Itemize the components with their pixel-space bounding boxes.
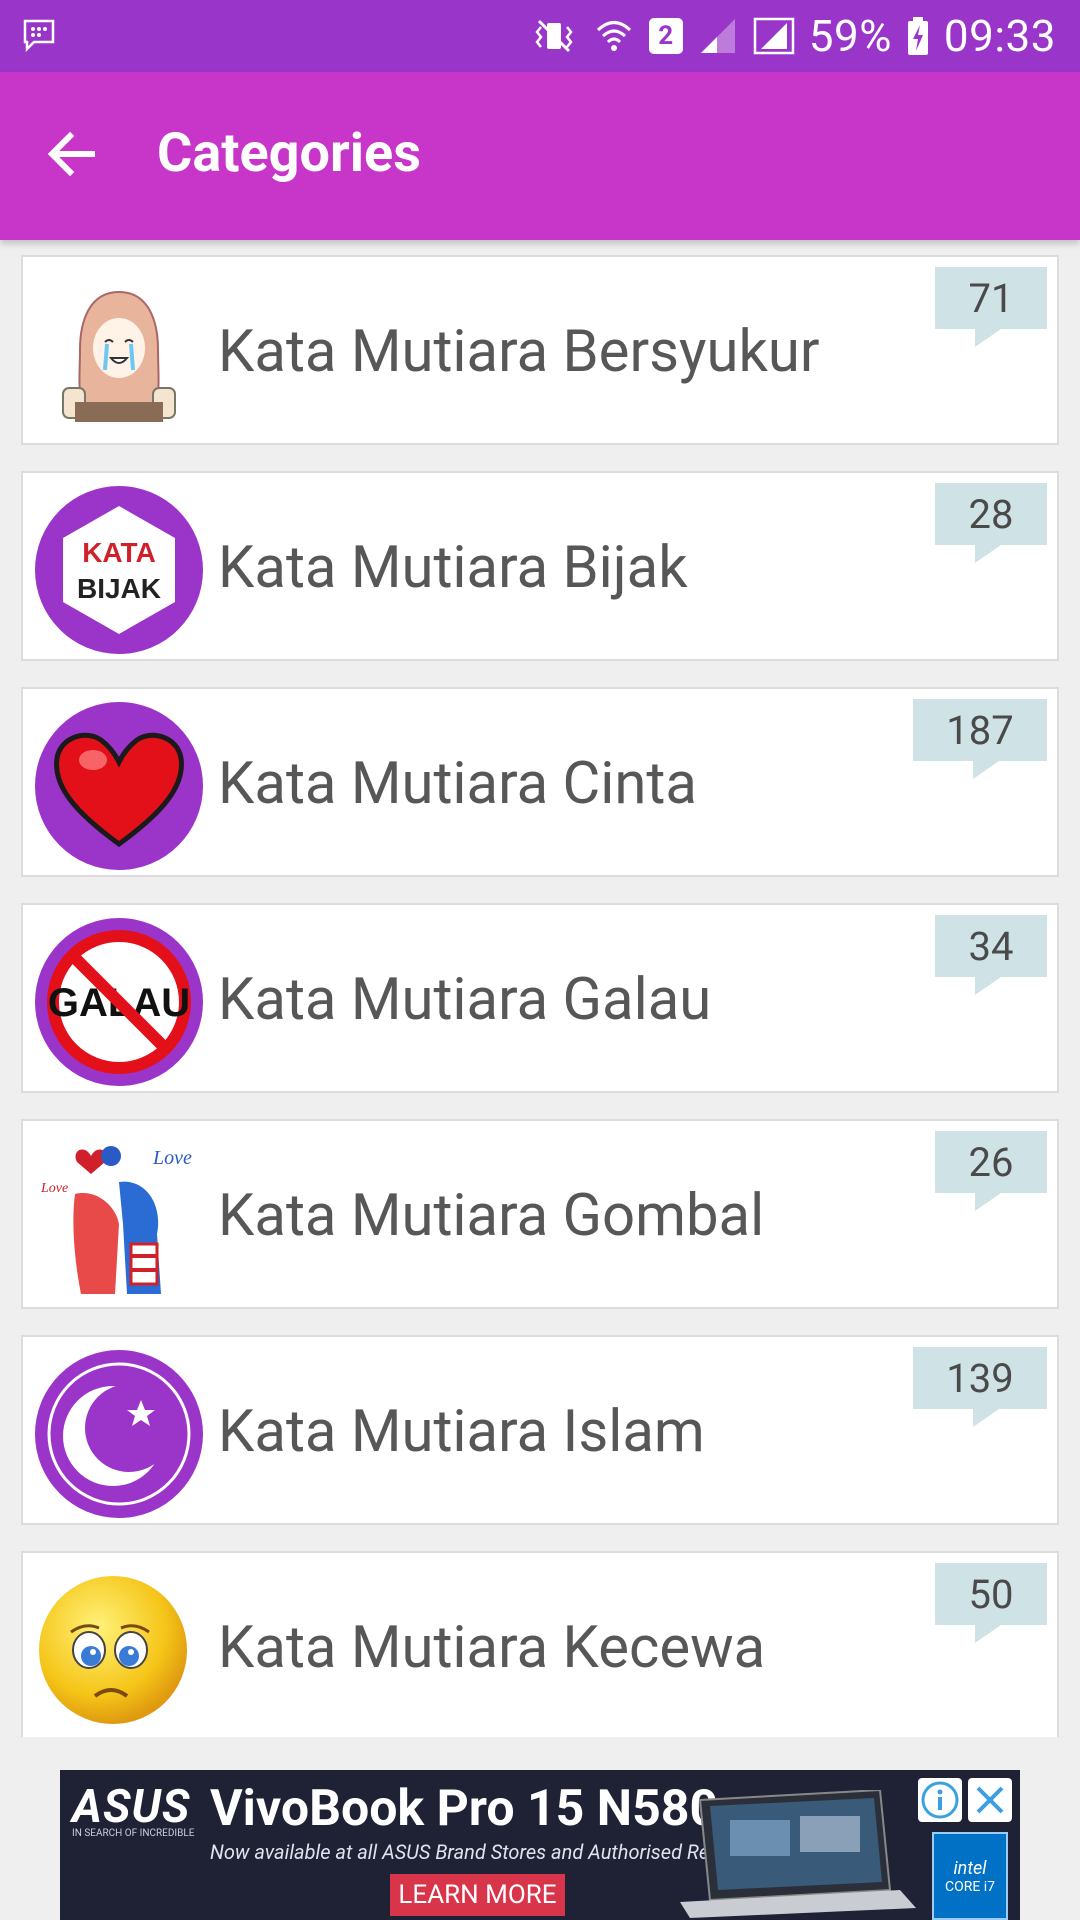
ad-close-icon[interactable]	[968, 1778, 1012, 1822]
intel-cpu: CORE i7	[944, 1878, 996, 1895]
category-label: Kata Mutiara Bijak	[218, 534, 688, 602]
heart-icon	[35, 702, 203, 870]
signal-icon-2	[753, 17, 794, 55]
category-label: Kata Mutiara Islam	[218, 1398, 705, 1466]
svg-text:Love: Love	[40, 1181, 68, 1196]
messenger-notification-icon	[23, 19, 55, 52]
sad-face-emoji-icon	[39, 1576, 187, 1724]
page-title: Categories	[157, 122, 421, 185]
ad-banner[interactable]: ASUS IN SEARCH OF INCREDIBLE VivoBook Pr…	[60, 1770, 1020, 1920]
ad-headline: VivoBook Pro 15 N580	[210, 1780, 719, 1838]
kata-bijak-icon: KATA BIJAK	[35, 486, 203, 654]
ad-learn-more-button[interactable]: LEARN MORE	[390, 1874, 565, 1916]
ad-brand-tagline: IN SEARCH OF INCREDIBLE	[72, 1828, 195, 1839]
count-value: 28	[968, 490, 1014, 538]
count-value: 50	[968, 1570, 1014, 1618]
badge-tail	[973, 761, 999, 779]
category-item-galau[interactable]: GALAU Kata Mutiara Galau 34	[21, 903, 1059, 1093]
count-badge: 34	[935, 915, 1047, 995]
badge-tail	[975, 1193, 1001, 1211]
count-value: 139	[946, 1354, 1014, 1402]
count-badge: 139	[913, 1347, 1047, 1427]
hijab-girl-icon	[62, 290, 176, 422]
app-bar: Categories	[0, 72, 1080, 240]
category-label: Kata Mutiara Bersyukur	[218, 318, 820, 386]
count-value: 187	[946, 706, 1014, 754]
intel-brand: intel	[953, 1857, 987, 1879]
svg-text:BIJAK: BIJAK	[77, 573, 161, 604]
category-item-gombal[interactable]: Love Love Kata Mutiara Gombal 26	[21, 1119, 1059, 1309]
svg-text:KATA: KATA	[82, 537, 156, 568]
love-couple-icon: Love Love	[40, 1146, 192, 1294]
count-badge: 187	[913, 699, 1047, 779]
vibrate-mute-icon	[535, 19, 573, 53]
sim-badge: 2	[648, 18, 683, 54]
battery-charging-icon	[907, 17, 928, 55]
count-value: 26	[968, 1138, 1014, 1186]
badge-tail	[975, 329, 1001, 347]
laptop-image-icon	[680, 1790, 916, 1918]
ad-brand-logo: ASUS	[72, 1780, 191, 1834]
badge-tail	[973, 1409, 999, 1427]
category-item-bijak[interactable]: KATA BIJAK Kata Mutiara Bijak 28	[21, 471, 1059, 661]
crescent-star-icon	[35, 1350, 203, 1518]
count-badge: 26	[935, 1131, 1047, 1211]
category-item-bersyukur[interactable]: Kata Mutiara Bersyukur 71	[21, 255, 1059, 445]
count-badge: 50	[935, 1563, 1047, 1643]
status-bar: 2 59% 09:33	[0, 0, 1080, 72]
clock: 09:33	[943, 10, 1056, 62]
badge-tail	[975, 545, 1001, 563]
category-label: Kata Mutiara Galau	[218, 966, 712, 1034]
category-label: Kata Mutiara Cinta	[218, 750, 697, 818]
category-item-kecewa[interactable]: Kata Mutiara Kecewa 50	[21, 1551, 1059, 1737]
category-item-cinta[interactable]: Kata Mutiara Cinta 187	[21, 687, 1059, 877]
category-label: Kata Mutiara Kecewa	[218, 1614, 766, 1682]
signal-icon-1	[700, 19, 735, 53]
count-value: 34	[968, 922, 1014, 970]
badge-tail	[975, 1625, 1001, 1643]
ad-info-icon[interactable]	[918, 1778, 962, 1822]
intel-badge: intel CORE i7	[932, 1832, 1008, 1920]
count-badge: 71	[935, 267, 1047, 347]
no-galau-icon: GALAU	[35, 918, 203, 1086]
count-badge: 28	[935, 483, 1047, 563]
back-arrow-icon[interactable]	[40, 122, 104, 186]
category-item-islam[interactable]: Kata Mutiara Islam 139	[21, 1335, 1059, 1525]
count-value: 71	[968, 274, 1014, 322]
svg-text:Love: Love	[152, 1147, 192, 1169]
wifi-icon	[596, 21, 631, 51]
badge-tail	[975, 977, 1001, 995]
category-label: Kata Mutiara Gombal	[218, 1182, 765, 1250]
battery-percent: 59%	[808, 10, 892, 62]
